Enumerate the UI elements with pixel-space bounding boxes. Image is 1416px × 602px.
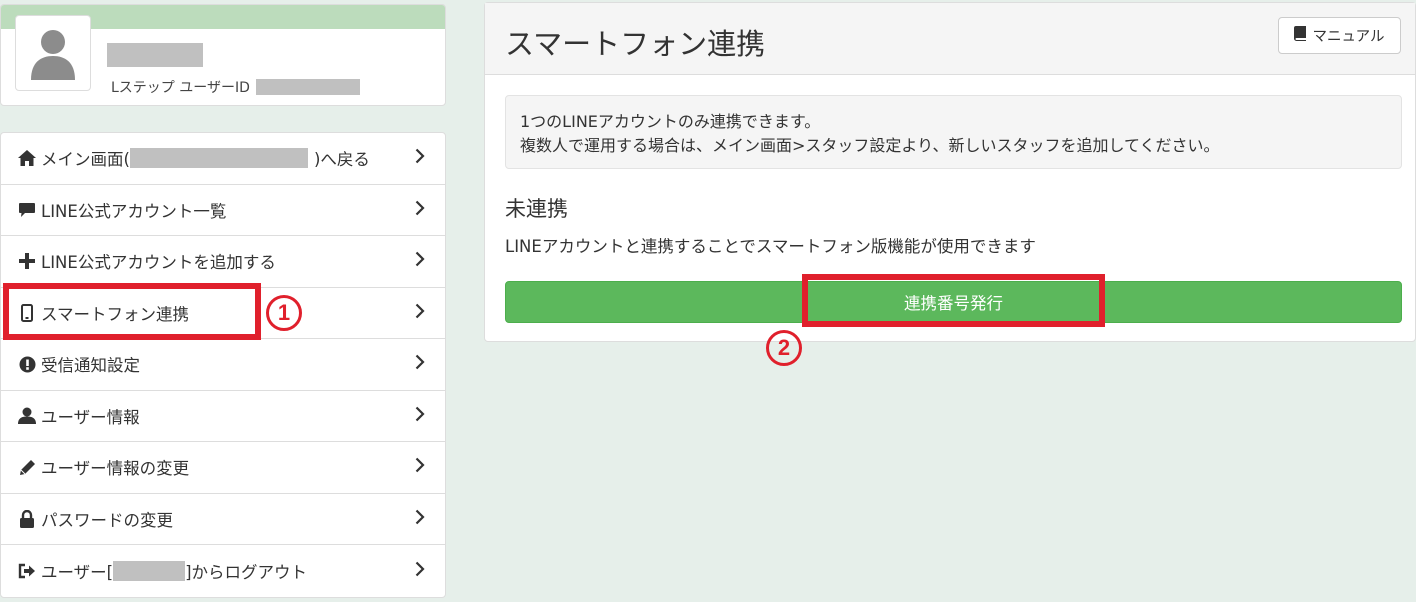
sidebar-item-label: スマートフォン連携 — [41, 304, 190, 324]
issue-link-number-button[interactable]: 連携番号発行 — [505, 281, 1402, 323]
chevron-right-icon — [415, 200, 425, 220]
redacted-account-name — [129, 148, 308, 169]
user-id-row: Lステップ ユーザーID — [111, 77, 360, 97]
sidebar-item-label: )へ戻る — [313, 150, 370, 170]
link-status-title: 未連携 — [505, 197, 568, 221]
chevron-right-icon — [415, 303, 425, 323]
sidebar-item-add-line-account[interactable]: LINE公式アカウントを追加する — [1, 236, 445, 288]
sidebar-item-edit-user-info[interactable]: ユーザー情報の変更 — [1, 442, 445, 494]
sidebar-item-label: ]からログアウト — [185, 562, 308, 582]
chevron-right-icon — [415, 509, 425, 529]
logout-icon — [17, 561, 37, 581]
redacted-user-name — [113, 560, 186, 581]
annotation-step-1-number: 1 — [266, 295, 302, 331]
sidebar-item-user-info[interactable]: ユーザー情報 — [1, 391, 445, 442]
user-icon — [17, 406, 37, 426]
lock-icon — [17, 509, 37, 529]
profile-card: Lステップ ユーザーID — [0, 4, 446, 106]
chat-bubble-icon — [17, 200, 37, 220]
sidebar-item-logout[interactable]: ユーザー[ ]からログアウト — [1, 545, 445, 597]
link-status-description: LINEアカウントと連携することでスマートフォン版機能が使用できます — [505, 237, 1036, 256]
manual-button-label: マニュアル — [1312, 29, 1385, 45]
chevron-right-icon — [415, 354, 425, 374]
sidebar-item-smartphone-link[interactable]: スマートフォン連携 — [1, 288, 445, 339]
panel-header: スマートフォン連携 マニュアル — [485, 3, 1415, 75]
pencil-icon — [17, 457, 37, 477]
sidebar-item-main-screen[interactable]: メイン画面( )へ戻る — [1, 133, 445, 185]
notice-line-2: 複数人で運用する場合は、メイン画面>スタッフ設定より、新しいスタッフを追加してく… — [520, 136, 1220, 155]
sidebar-item-label: ユーザー情報の変更 — [41, 459, 190, 479]
chevron-right-icon — [415, 406, 425, 426]
sidebar-item-label: ユーザー[ — [41, 562, 114, 582]
home-icon — [17, 148, 37, 168]
avatar — [15, 15, 91, 91]
sidebar-item-notification-settings[interactable]: 受信通知設定 — [1, 339, 445, 391]
sidebar-item-change-password[interactable]: パスワードの変更 — [1, 494, 445, 545]
redacted-user-id — [255, 79, 360, 95]
chevron-right-icon — [415, 251, 425, 271]
chevron-right-icon — [415, 561, 425, 581]
sidebar-item-label: 受信通知設定 — [41, 356, 140, 376]
chevron-right-icon — [415, 148, 425, 168]
sidebar-item-label: メイン画面( — [41, 150, 130, 170]
smartphone-link-panel: スマートフォン連携 マニュアル 1つのLINEアカウントのみ連携できます。 複数… — [484, 2, 1416, 342]
notice-line-1: 1つのLINEアカウントのみ連携できます。 — [520, 112, 821, 131]
chevron-right-icon — [415, 457, 425, 477]
manual-button[interactable]: マニュアル — [1278, 17, 1401, 54]
annotation-step-2-number: 2 — [766, 330, 802, 366]
sidebar-item-line-accounts[interactable]: LINE公式アカウント一覧 — [1, 185, 445, 236]
sidebar-item-label: LINE公式アカウントを追加する — [41, 253, 276, 273]
user-id-label: Lステップ ユーザーID — [111, 80, 250, 96]
plus-icon — [17, 251, 37, 271]
page-title: スマートフォン連携 — [505, 27, 766, 61]
sidebar-item-label: パスワードの変更 — [41, 510, 173, 530]
user-avatar-icon — [31, 30, 75, 80]
smartphone-icon — [17, 303, 37, 323]
sidebar-menu: メイン画面( )へ戻る LINE公式アカウント一覧 LINE公式アカウントを追加… — [0, 132, 446, 598]
book-icon — [1294, 26, 1307, 45]
info-notice: 1つのLINEアカウントのみ連携できます。 複数人で運用する場合は、メイン画面>… — [505, 95, 1402, 169]
sidebar-item-label: LINE公式アカウント一覧 — [41, 201, 227, 221]
issue-link-number-label: 連携番号発行 — [904, 294, 1003, 313]
sidebar-item-label: ユーザー情報 — [41, 407, 140, 427]
exclamation-circle-icon — [17, 354, 37, 374]
redacted-user-name — [107, 43, 203, 67]
